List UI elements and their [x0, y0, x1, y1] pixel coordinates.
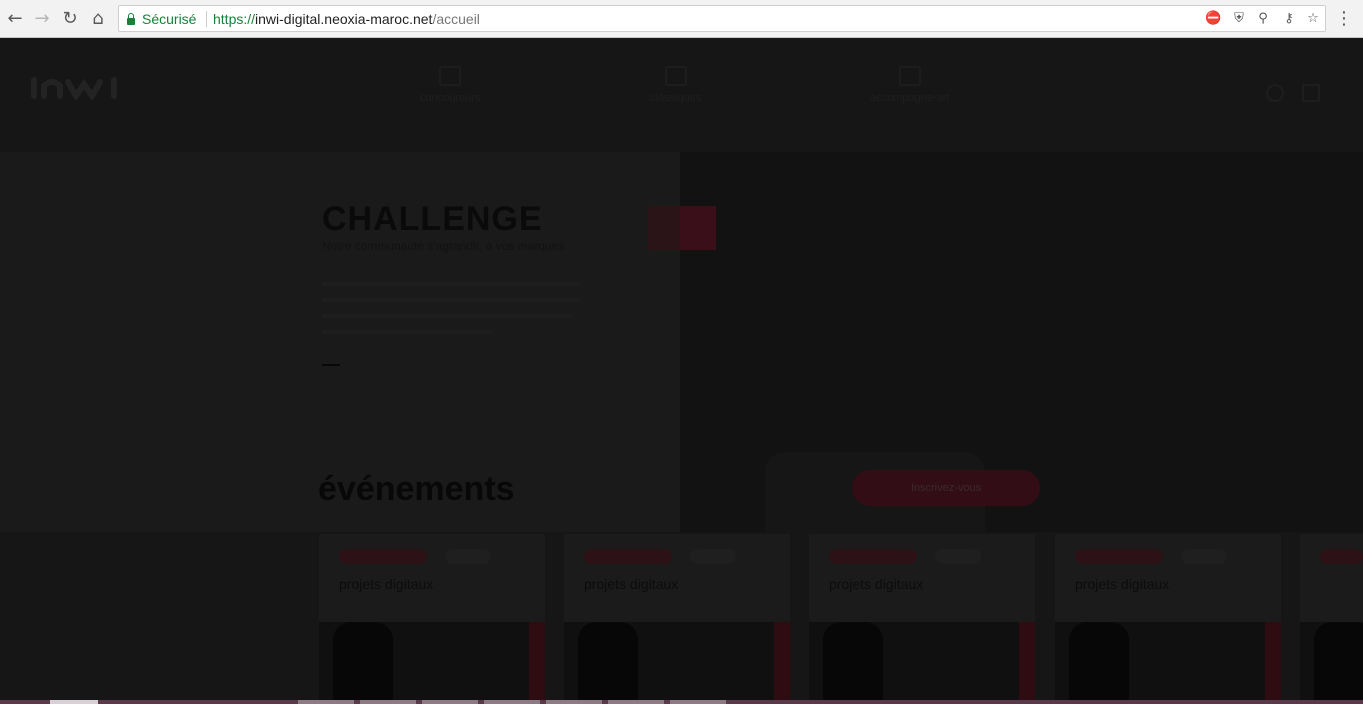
card-tag-secondary: [690, 549, 736, 564]
taskbar-item[interactable]: [484, 700, 540, 704]
card-image: [1055, 622, 1281, 700]
event-card-2[interactable]: projets digitaux: [564, 534, 790, 700]
home-button[interactable]: ⌂: [87, 8, 109, 30]
hero-description: [322, 276, 582, 346]
cart-icon[interactable]: [1302, 84, 1320, 102]
nav-label-2: classiques: [650, 92, 702, 104]
hero-subtitle: Notre communauté s'agrandit, à vos marqu…: [322, 239, 565, 253]
address-separator: [206, 11, 207, 27]
card-tag: [584, 549, 672, 564]
zoom-icon[interactable]: ⚲: [1255, 11, 1271, 27]
card-title: projets digitaux: [339, 576, 434, 592]
inwi-logo[interactable]: [30, 74, 122, 100]
hero-divider: [322, 364, 340, 366]
key-icon[interactable]: ⚷: [1281, 11, 1297, 27]
url-host: inwi-digital.neoxia-maroc.net: [255, 11, 433, 27]
calendar-icon: [439, 66, 462, 86]
taskbar-item[interactable]: [670, 700, 726, 704]
star-icon[interactable]: ☆: [1305, 11, 1321, 27]
taskbar-item[interactable]: [360, 700, 416, 704]
card-image: [564, 622, 790, 700]
forward-button[interactable]: →: [31, 8, 53, 30]
hero-title: CHALLENGE: [322, 200, 543, 238]
taskbar-item[interactable]: [50, 700, 98, 704]
card-image: [1300, 622, 1363, 700]
address-bar[interactable]: Sécurisé https://inwi-digital.neoxia-mar…: [118, 5, 1326, 32]
card-image: [809, 622, 1035, 700]
card-image: [319, 622, 545, 700]
taskbar-item[interactable]: [546, 700, 602, 704]
card-title: projets digitaux: [584, 576, 679, 592]
page-content: concoureurs classiques accompagne-art CH…: [0, 38, 1363, 700]
url-text[interactable]: https://inwi-digital.neoxia-maroc.net/ac…: [213, 11, 480, 27]
card-title: projets digitaux: [1075, 576, 1170, 592]
taskbar-item[interactable]: [608, 700, 664, 704]
taskbar-item[interactable]: [422, 700, 478, 704]
reload-button[interactable]: ↻: [59, 8, 81, 30]
blocked-popup-icon[interactable]: ⛔: [1205, 11, 1221, 27]
card-tag: [1075, 549, 1163, 564]
url-path: /accueil: [432, 11, 480, 27]
hero-badge[interactable]: [648, 206, 716, 250]
back-button[interactable]: ←: [4, 8, 26, 30]
nav-item-2[interactable]: classiques: [650, 66, 701, 104]
card-tag-secondary: [1181, 549, 1227, 564]
taskbar: [0, 700, 1363, 704]
lock-icon: [127, 13, 135, 25]
event-card-4[interactable]: projets digitaux: [1055, 534, 1281, 700]
nav-label-3: accompagne-art: [870, 92, 950, 104]
badge-accent: [680, 206, 716, 250]
card-tag: [829, 549, 917, 564]
url-scheme: https://: [213, 11, 256, 27]
security-indicator[interactable]: Sécurisé: [127, 11, 196, 27]
card-tag-secondary: [935, 549, 981, 564]
rocket-icon: [898, 66, 921, 86]
card-tag: [1320, 549, 1363, 564]
nav-item-3[interactable]: accompagne-art: [870, 66, 950, 104]
nav-label-1: concoureurs: [420, 92, 481, 104]
cta-button[interactable]: Inscrivez-vous: [852, 470, 1040, 506]
browser-menu-button[interactable]: ⋮: [1335, 8, 1353, 29]
events-title: événements: [318, 470, 515, 508]
event-card-5-partial[interactable]: [1300, 534, 1363, 700]
taskbar-item[interactable]: [298, 700, 354, 704]
card-tag-secondary: [445, 549, 491, 564]
browser-toolbar: ← → ↻ ⌂ Sécurisé https://inwi-digital.ne…: [0, 0, 1363, 38]
flag-icon: [664, 66, 687, 86]
card-title: projets digitaux: [829, 576, 924, 592]
user-icon[interactable]: [1266, 84, 1284, 102]
event-card-3[interactable]: projets digitaux: [809, 534, 1035, 700]
event-card-1[interactable]: projets digitaux: [319, 534, 545, 700]
card-tag: [339, 549, 427, 564]
security-label: Sécurisé: [142, 11, 197, 27]
nav-item-1[interactable]: concoureurs: [420, 66, 481, 104]
shield-icon[interactable]: ⛨: [1231, 11, 1247, 27]
